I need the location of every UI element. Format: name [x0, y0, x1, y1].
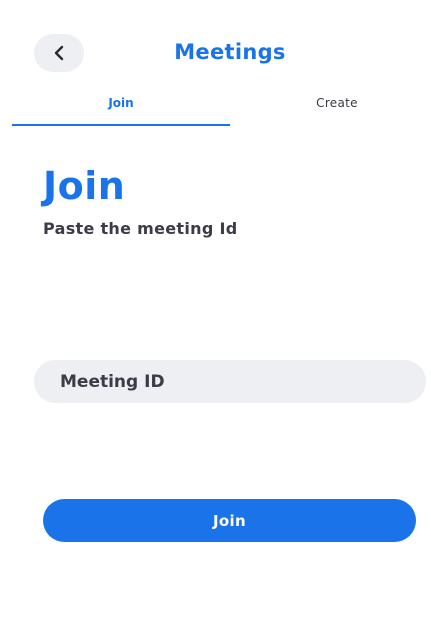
- page-subtitle: Paste the meeting Id: [43, 219, 238, 238]
- tab-create[interactable]: Create: [230, 96, 431, 110]
- meetings-screen: Meetings Join Create Join Paste the meet…: [0, 0, 431, 630]
- chevron-left-icon: [52, 45, 66, 61]
- page-header-title: Meetings: [174, 40, 286, 64]
- meeting-id-input[interactable]: [34, 360, 426, 403]
- active-tab-indicator: [12, 124, 230, 126]
- join-button[interactable]: Join: [43, 499, 416, 542]
- back-button[interactable]: [34, 34, 84, 72]
- tab-join[interactable]: Join: [12, 96, 230, 110]
- page-title: Join: [43, 164, 126, 208]
